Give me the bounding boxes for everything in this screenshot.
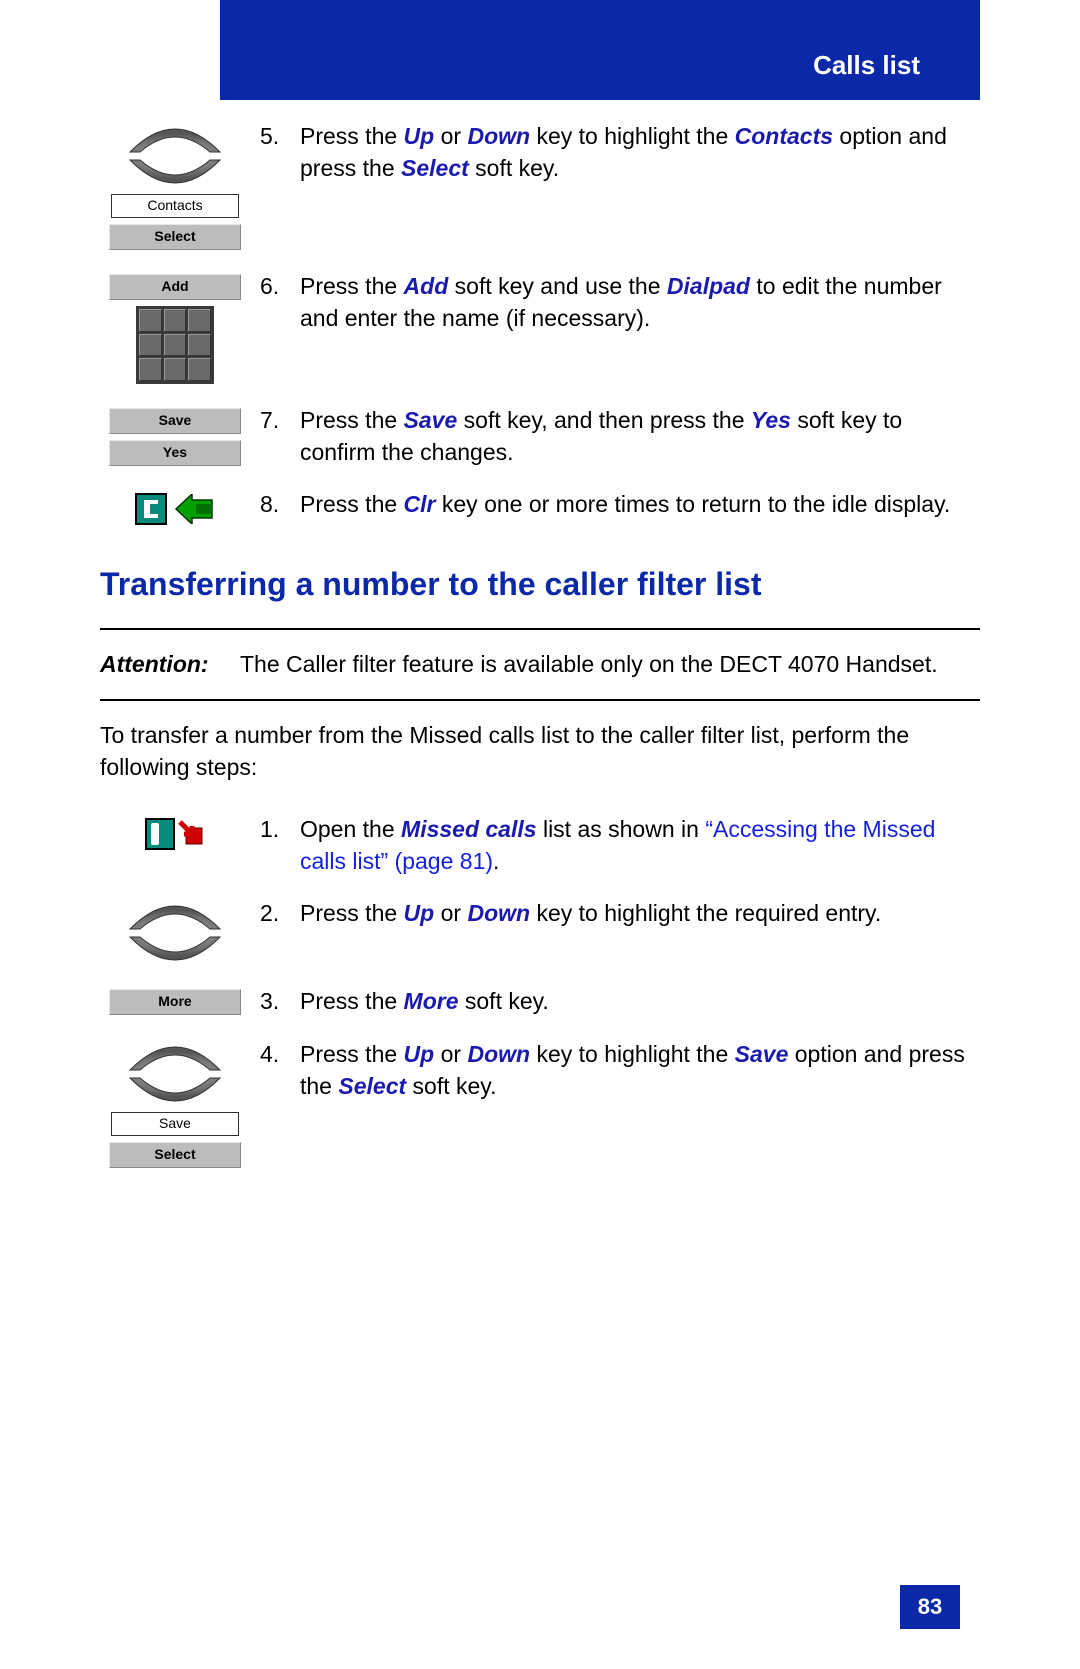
s2-step-2-text: 2. Press the Up or Down key to highlight… (260, 897, 980, 929)
step-7-row: Save Yes 7. Press the Save soft key, and… (100, 404, 980, 468)
header-title: Calls list (813, 50, 920, 81)
rocker-up-icon (125, 901, 225, 931)
lcd-contacts: Contacts (111, 194, 239, 218)
s2-step-2-num: 2. (260, 897, 300, 929)
clr-arrow-icon (174, 494, 216, 524)
s2-step-1-text: 1. Open the Missed calls list as shown i… (260, 813, 980, 877)
missed-arrow-icon (178, 820, 206, 848)
up-down-rocker-icon-2 (125, 901, 225, 965)
page: Calls list Contacts Select 5. Press the … (0, 0, 1080, 1669)
rocker-up-icon (125, 124, 225, 154)
step-5-text: 5. Press the Up or Down key to highlight… (260, 120, 980, 184)
up-down-rocker-icon-3 (125, 1042, 225, 1106)
s2-step-1-num: 1. (260, 813, 300, 877)
content-area: Contacts Select 5. Press the Up or Down … (100, 120, 980, 1188)
s2-step-1-row: 1. Open the Missed calls list as shown i… (100, 813, 980, 877)
clr-c-icon (134, 492, 172, 526)
save-softkey: Save (109, 408, 241, 434)
step-6-row: Add 6. Press the Add soft key and use th… (100, 270, 980, 384)
divider-bottom (100, 699, 980, 701)
s2-step-2-row: 2. Press the Up or Down key to highlight… (100, 897, 980, 965)
rocker-down-icon (125, 158, 225, 188)
divider-top (100, 628, 980, 630)
step-5-row: Contacts Select 5. Press the Up or Down … (100, 120, 980, 250)
up-down-rocker-icon (125, 124, 225, 188)
step-5-num: 5. (260, 120, 300, 184)
attention-label: Attention: (100, 648, 240, 680)
step-7-text: 7. Press the Save soft key, and then pre… (260, 404, 980, 468)
missed-calls-icon (144, 817, 206, 851)
attention-text: The Caller filter feature is available o… (240, 648, 938, 680)
step-8-row: 8. Press the Clr key one or more times t… (100, 488, 980, 526)
more-softkey: More (109, 989, 241, 1015)
s2-step-4-num: 4. (260, 1038, 300, 1102)
step-7-num: 7. (260, 404, 300, 468)
header-banner: Calls list (220, 0, 980, 100)
s2-step-3-row: More 3. Press the More soft key. (100, 985, 980, 1017)
s2-step-3-text: 3. Press the More soft key. (260, 985, 980, 1017)
page-number: 83 (900, 1585, 960, 1629)
attention-block: Attention: The Caller filter feature is … (100, 648, 980, 680)
section-heading: Transferring a number to the caller filt… (100, 566, 980, 603)
s2-step-4-text: 4. Press the Up or Down key to highlight… (260, 1038, 980, 1102)
s2-step-4-row: Save Select 4. Press the Up or Down key … (100, 1038, 980, 1168)
clr-key-icon (134, 492, 216, 526)
rocker-down-icon (125, 1076, 225, 1106)
intro-text: To transfer a number from the Missed cal… (100, 719, 980, 783)
select-softkey: Select (109, 224, 241, 250)
yes-softkey: Yes (109, 440, 241, 466)
dialpad-icon (136, 306, 214, 384)
step-6-text: 6. Press the Add soft key and use the Di… (260, 270, 980, 334)
rocker-up-icon (125, 1042, 225, 1072)
step-6-num: 6. (260, 270, 300, 334)
phone-box-icon (144, 817, 178, 851)
lcd-save: Save (111, 1112, 239, 1136)
add-softkey: Add (109, 274, 241, 300)
step-8-num: 8. (260, 488, 300, 520)
rocker-down-icon (125, 935, 225, 965)
select-softkey-2: Select (109, 1142, 241, 1168)
s2-step-3-num: 3. (260, 985, 300, 1017)
step-8-text: 8. Press the Clr key one or more times t… (260, 488, 980, 520)
